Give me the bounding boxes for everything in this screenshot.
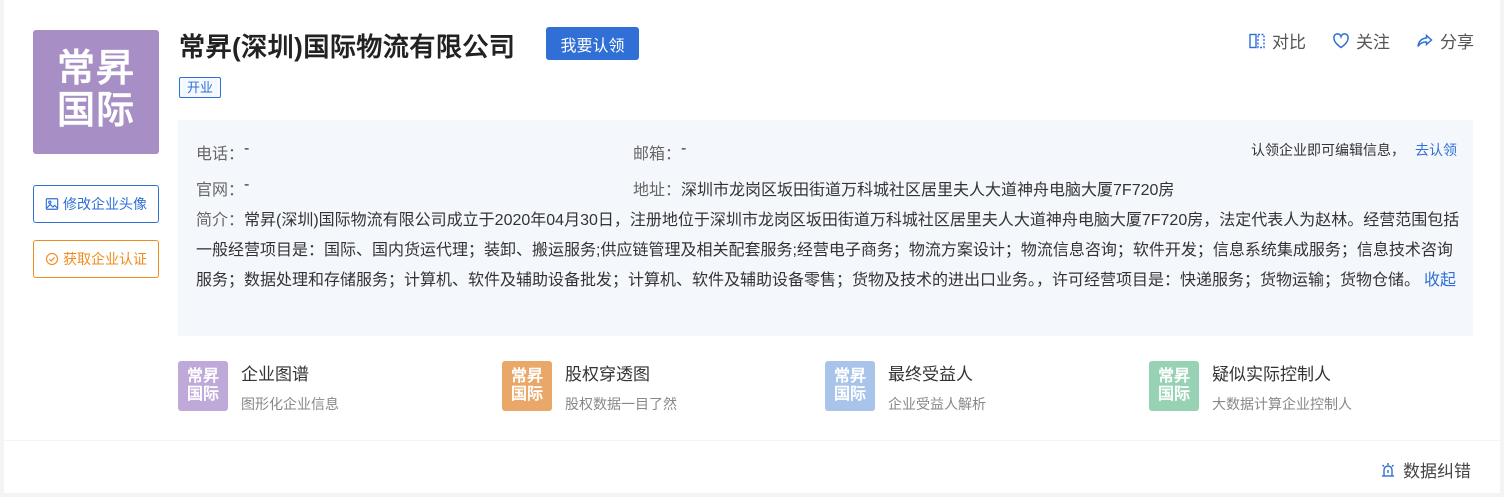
intro-label: 简介： [196, 212, 245, 229]
tool-ultimate-beneficiary[interactable]: 常昇 国际 最终受益人 企业受益人解析 [825, 361, 986, 412]
tool-icon-line1: 常昇 [1157, 368, 1190, 385]
get-certification-button[interactable]: 获取企业认证 [33, 240, 159, 278]
email-label: 邮箱： [633, 146, 682, 163]
tool-title: 企业图谱 [241, 365, 309, 384]
tool-icon-line2: 国际 [186, 386, 219, 403]
get-certification-label: 获取企业认证 [63, 251, 147, 267]
actual-controller-icon: 常昇 国际 [1149, 361, 1199, 411]
header-actions: 对比 关注 分享 [1248, 28, 1474, 53]
claim-link[interactable]: 去认领 [1415, 142, 1457, 158]
website-value: - [244, 176, 250, 193]
claim-tip-text: 认领企业即可编辑信息， [1251, 142, 1405, 158]
address-value: 深圳市龙岗区坂田街道万科城社区居里夫人大道神舟电脑大厦7F720房 [681, 182, 1175, 199]
edit-avatar-button[interactable]: 修改企业头像 [33, 185, 159, 223]
collapse-link[interactable]: 收起 [1424, 272, 1456, 289]
bug-report-icon [1382, 462, 1394, 477]
follow-button[interactable]: 关注 [1332, 28, 1390, 53]
equity-penetration-icon: 常昇 国际 [502, 361, 552, 411]
tool-icon-line1: 常昇 [186, 368, 219, 385]
tool-title: 疑似实际控制人 [1212, 365, 1331, 384]
compare-button[interactable]: 对比 [1248, 28, 1306, 53]
footer-bar: 数据纠错 [4, 441, 1500, 493]
compare-label: 对比 [1272, 33, 1306, 52]
tool-icon-line1: 常昇 [510, 368, 543, 385]
phone-label: 电话： [196, 146, 245, 163]
tool-title: 股权穿透图 [565, 365, 650, 384]
enterprise-graph-icon: 常昇 国际 [178, 361, 228, 411]
website-row: 官网： - [196, 176, 249, 200]
tool-icon-line1: 常昇 [833, 368, 866, 385]
tool-equity-penetration[interactable]: 常昇 国际 股权穿透图 股权数据一目了然 [502, 361, 677, 412]
tool-title: 最终受益人 [888, 365, 973, 384]
company-info-panel: 电话： - 邮箱： - 认领企业即可编辑信息， 去认领 官网： - 地址： 深圳市… [178, 120, 1473, 336]
tool-actual-controller[interactable]: 常昇 国际 疑似实际控制人 大数据计算企业控制人 [1149, 361, 1352, 412]
tool-subtitle: 大数据计算企业控制人 [1212, 396, 1352, 412]
email-value: - [681, 140, 687, 157]
email-row: 邮箱： - [633, 140, 686, 164]
data-correction-button[interactable]: 数据纠错 [1379, 457, 1471, 482]
follow-label: 关注 [1356, 33, 1390, 52]
ultimate-beneficiary-icon: 常昇 国际 [825, 361, 875, 411]
claim-tip: 认领企业即可编辑信息， 去认领 [1251, 140, 1457, 160]
logo-text-line2: 国际 [56, 90, 135, 132]
company-name: 常昇(深圳)国际物流有限公司 [179, 32, 516, 62]
tool-icon-line2: 国际 [833, 386, 866, 403]
share-icon [1417, 33, 1433, 47]
tool-enterprise-graph[interactable]: 常昇 国际 企业图谱 图形化企业信息 [178, 361, 339, 412]
phone-row: 电话： - [196, 140, 249, 164]
address-label: 地址： [633, 182, 682, 199]
company-logo: 常昇 国际 [33, 30, 159, 154]
tool-text: 股权穿透图 股权数据一目了然 [565, 361, 677, 412]
tool-icon-line2: 国际 [1157, 386, 1190, 403]
share-button[interactable]: 分享 [1416, 28, 1474, 53]
company-header-card: 常昇 国际 修改企业头像 获取企业认证 常昇(深圳)国际物流有限公司 我要认领 … [4, 0, 1500, 440]
tool-icon-line2: 国际 [510, 386, 543, 403]
tool-text: 疑似实际控制人 大数据计算企业控制人 [1212, 361, 1352, 412]
tool-subtitle: 股权数据一目了然 [565, 396, 677, 412]
logo-text-line1: 常昇 [56, 48, 135, 90]
data-correction-label: 数据纠错 [1403, 462, 1471, 481]
tool-text: 最终受益人 企业受益人解析 [888, 361, 986, 412]
company-intro: 简介：常昇(深圳)国际物流有限公司成立于2020年04月30日，注册地位于深圳市… [196, 206, 1464, 296]
heart-icon [1333, 32, 1349, 48]
image-icon [45, 198, 59, 210]
phone-value: - [244, 140, 250, 157]
share-label: 分享 [1440, 33, 1474, 52]
website-label: 官网： [196, 182, 245, 199]
intro-text: 常昇(深圳)国际物流有限公司成立于2020年04月30日，注册地位于深圳市龙岗区… [196, 212, 1460, 289]
tool-text: 企业图谱 图形化企业信息 [241, 361, 339, 412]
address-row: 地址： 深圳市龙岗区坂田街道万科城社区居里夫人大道神舟电脑大厦7F720房 [633, 176, 1174, 200]
tool-subtitle: 图形化企业信息 [241, 396, 339, 412]
compare-icon [1249, 33, 1265, 48]
certificate-icon [45, 252, 59, 266]
status-badge: 开业 [179, 77, 222, 98]
claim-company-button[interactable]: 我要认领 [546, 27, 639, 60]
edit-avatar-label: 修改企业头像 [63, 196, 147, 212]
tool-subtitle: 企业受益人解析 [888, 396, 986, 412]
